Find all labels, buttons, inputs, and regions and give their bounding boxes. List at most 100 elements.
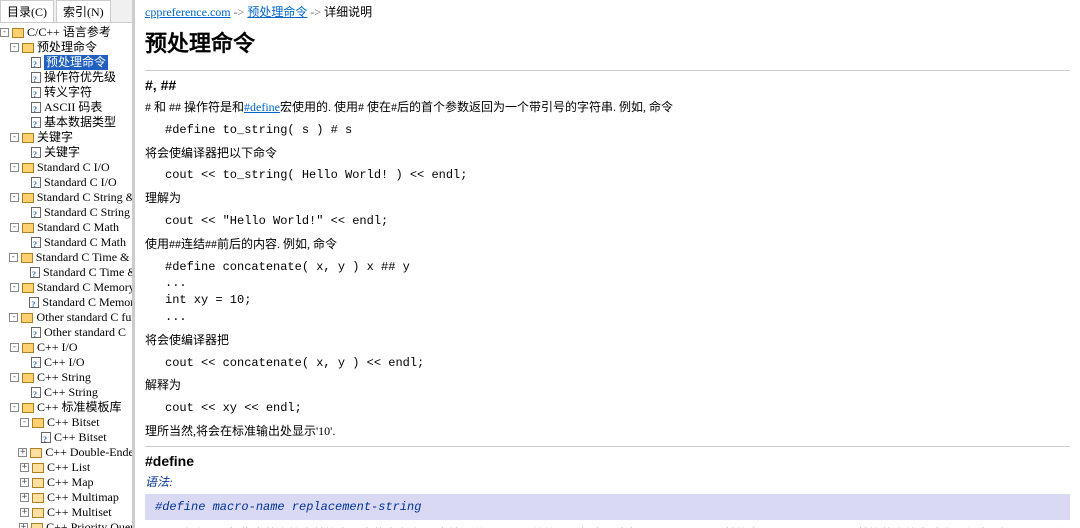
expand-icon[interactable]: +: [20, 478, 29, 487]
tree-item[interactable]: 转义字符: [0, 85, 132, 100]
book-closed-icon: [31, 523, 43, 528]
breadcrumb-sep: ->: [234, 5, 245, 19]
tree-item[interactable]: -关键字: [0, 130, 132, 145]
tree-item[interactable]: 操作符优先级: [0, 70, 132, 85]
tree-label: Standard C Math: [44, 235, 126, 250]
collapse-icon[interactable]: -: [9, 253, 18, 262]
breadcrumb-site[interactable]: cppreference.com: [145, 5, 231, 19]
book-open-icon: [32, 418, 44, 428]
tree-item[interactable]: C++ String: [0, 385, 132, 400]
tree-item[interactable]: ASCII 码表: [0, 100, 132, 115]
syntax-label: 语法:: [145, 473, 1070, 490]
define-link[interactable]: #define: [244, 100, 280, 114]
collapse-icon[interactable]: -: [10, 403, 19, 412]
tree-item[interactable]: Standard C Time &: [0, 265, 132, 280]
page-icon: [31, 117, 41, 128]
tree-item[interactable]: + C++ Priority Queu: [0, 520, 132, 528]
expand-icon[interactable]: +: [20, 463, 29, 472]
page-icon: [31, 387, 41, 398]
sidebar: 目录(C) 索引(N) -C/C++ 语言参考-预处理命令预处理命令操作符优先级…: [0, 0, 135, 528]
tab-index[interactable]: 索引(N): [56, 0, 111, 22]
collapse-icon[interactable]: -: [10, 163, 19, 172]
tree-label: C/C++ 语言参考: [27, 25, 111, 40]
tree-item[interactable]: 预处理命令: [0, 55, 132, 70]
tree-item[interactable]: -C++ 标准模板库: [0, 400, 132, 415]
tree-item[interactable]: -Standard C Time & Da: [0, 250, 132, 265]
tree-item[interactable]: - C/C++ 语言参考: [0, 25, 132, 40]
tree-item[interactable]: Standard C Memory: [0, 295, 132, 310]
tree-label: 关键字: [44, 145, 80, 160]
expand-icon[interactable]: +: [20, 493, 29, 502]
content-pane: cppreference.com -> 预处理命令 -> 详细说明 预处理命令 …: [135, 0, 1080, 528]
tree-label: C++ String: [44, 385, 98, 400]
tree-label: C++ Bitset: [47, 415, 100, 430]
tree-item[interactable]: - 预处理命令: [0, 40, 132, 55]
tree-label: Standard C Math: [37, 220, 119, 235]
collapse-icon[interactable]: -: [9, 313, 18, 322]
tree-label: Standard C Memory: [42, 295, 132, 310]
book-open-icon: [22, 403, 34, 413]
tree-label: 操作符优先级: [44, 70, 116, 85]
tree-label: Other standard C fun: [36, 310, 132, 325]
tree-item[interactable]: Other standard C: [0, 325, 132, 340]
book-open-icon: [21, 313, 33, 323]
paragraph: 理解为: [145, 190, 1070, 207]
collapse-icon[interactable]: -: [10, 193, 19, 202]
tree-item[interactable]: - Standard C Math: [0, 220, 132, 235]
tree-label: 预处理命令: [37, 40, 97, 55]
page-icon: [41, 432, 51, 443]
tree-item[interactable]: +C++ Multiset: [0, 505, 132, 520]
divider: [145, 70, 1070, 71]
tree-label: ASCII 码表: [44, 100, 102, 115]
tree-label: C++ Priority Queu: [46, 520, 132, 528]
tree-item[interactable]: +C++ List: [0, 460, 132, 475]
tree-item[interactable]: -C++ String: [0, 370, 132, 385]
code-block: #define concatenate( x, y ) x ## y ... i…: [165, 259, 1070, 326]
paragraph: 解释为: [145, 377, 1070, 394]
tree-item[interactable]: + C++ Multimap: [0, 490, 132, 505]
tree-item[interactable]: C++ I/O: [0, 355, 132, 370]
collapse-icon[interactable]: -: [0, 28, 9, 37]
tree-item[interactable]: Standard C I/O: [0, 175, 132, 190]
collapse-icon[interactable]: -: [20, 418, 29, 427]
tree-label: C++ Double-Ended: [45, 445, 132, 460]
page-icon: [29, 297, 39, 308]
expand-icon[interactable]: +: [19, 523, 28, 528]
tree-item[interactable]: - Standard C I/O: [0, 160, 132, 175]
expand-icon[interactable]: +: [18, 448, 27, 457]
book-open-icon: [12, 28, 24, 38]
tree-label: C++ Multimap: [47, 490, 119, 505]
tree-label: Standard C Time &: [43, 265, 132, 280]
expand-icon[interactable]: +: [20, 508, 29, 517]
tree-label: 预处理命令: [44, 55, 108, 70]
tree-item[interactable]: +C++ Map: [0, 475, 132, 490]
breadcrumb: cppreference.com -> 预处理命令 -> 详细说明: [145, 3, 1070, 20]
tree-item[interactable]: - C++ Bitset: [0, 415, 132, 430]
code-block: cout << concatenate( x, y ) << endl;: [165, 355, 1070, 372]
collapse-icon[interactable]: -: [10, 283, 19, 292]
collapse-icon[interactable]: -: [10, 343, 19, 352]
tree-item[interactable]: - Other standard C fun: [0, 310, 132, 325]
tree-item[interactable]: -Standard C Memory: [0, 280, 132, 295]
tree-item[interactable]: C++ Bitset: [0, 430, 132, 445]
page-icon: [31, 147, 41, 158]
collapse-icon[interactable]: -: [10, 223, 19, 232]
collapse-icon[interactable]: -: [10, 43, 19, 52]
tree-item[interactable]: -C++ I/O: [0, 340, 132, 355]
paragraph: 理所当然,将会在标准输出处显示'10'.: [145, 423, 1070, 440]
tree-label: Standard C I/O: [37, 160, 110, 175]
book-closed-icon: [32, 508, 44, 518]
tree-item[interactable]: 关键字: [0, 145, 132, 160]
tree-item[interactable]: -Standard C String &: [0, 190, 132, 205]
tab-contents[interactable]: 目录(C): [0, 0, 54, 22]
collapse-icon[interactable]: -: [10, 133, 19, 142]
breadcrumb-link[interactable]: 预处理命令: [247, 5, 307, 19]
collapse-icon[interactable]: -: [10, 373, 19, 382]
tree-item[interactable]: 基本数据类型: [0, 115, 132, 130]
tree-item[interactable]: + C++ Double-Ended: [0, 445, 132, 460]
tree-label: C++ I/O: [44, 355, 85, 370]
tree-item[interactable]: Standard C String: [0, 205, 132, 220]
tree-item[interactable]: Standard C Math: [0, 235, 132, 250]
paragraph: # 和 ## 操作符是和#define宏使用的. 使用# 使在#后的首个参数返回…: [145, 99, 1070, 116]
book-open-icon: [21, 253, 33, 263]
